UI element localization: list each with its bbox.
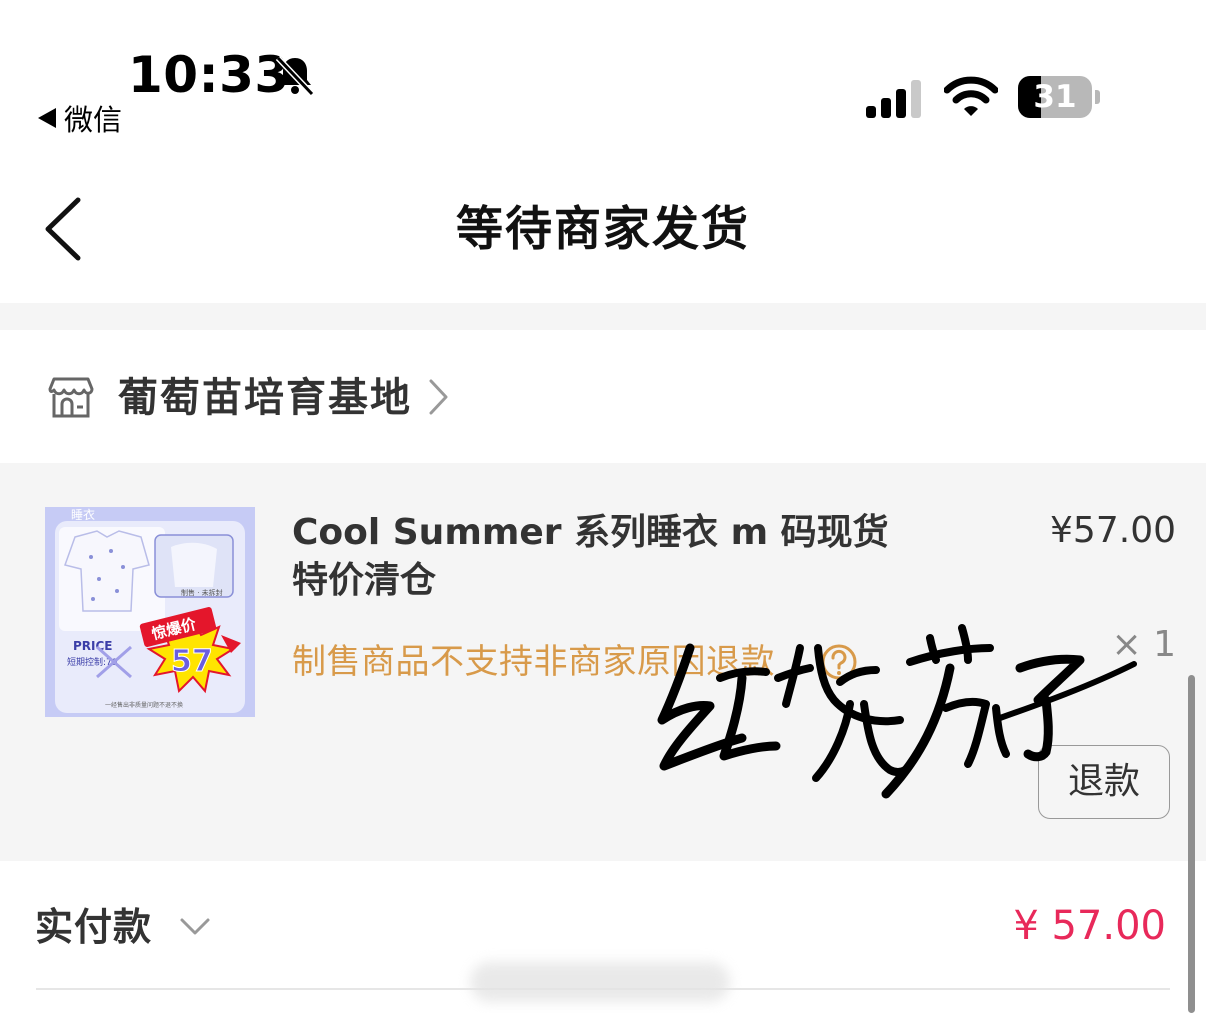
product-thumbnail-art: 睡衣 制售 · 未拆封 PRICE 短期控制:79 惊爆价 57 一经售出非质量…: [45, 507, 255, 717]
svg-text:制售 · 未拆封: 制售 · 未拆封: [181, 588, 223, 597]
chevron-down-icon[interactable]: [178, 914, 212, 940]
back-to-wechat[interactable]: 微信: [38, 100, 123, 137]
refund-button[interactable]: 退款: [1038, 745, 1170, 819]
product-price: ¥57.00: [1050, 510, 1176, 551]
thumb-tag: 睡衣: [71, 507, 95, 522]
chevron-right-icon: [429, 379, 448, 415]
thumb-badge-value: 57: [171, 644, 213, 679]
back-triangle-icon: [38, 108, 56, 128]
store-icon: [48, 377, 94, 418]
product-card[interactable]: 睡衣 制售 · 未拆封 PRICE 短期控制:79 惊爆价 57 一经售出非质量…: [0, 463, 1206, 861]
status-time: 10:33: [128, 46, 290, 104]
section-divider: [0, 303, 1206, 330]
product-title[interactable]: Cool Summer 系列睡衣 m 码现货特价清仓: [292, 509, 902, 605]
battery-level: 31: [1033, 79, 1077, 115]
store-row[interactable]: 葡萄苗培育基地: [0, 330, 1206, 463]
product-quantity: × 1: [1111, 624, 1176, 665]
blurred-area: [470, 962, 730, 1002]
paid-amount-value: ¥ 57.00: [1013, 903, 1166, 949]
refund-policy-note: 制售商品不支持非商家原因退款: [292, 642, 775, 682]
back-app-label: 微信: [64, 103, 123, 137]
help-circle-icon[interactable]: [820, 643, 858, 681]
battery-icon: 31: [1018, 76, 1102, 118]
signal-icon: [866, 80, 921, 118]
page-title: 等待商家发货: [456, 202, 750, 257]
product-thumbnail[interactable]: 睡衣 制售 · 未拆封 PRICE 短期控制:79 惊爆价 57 一经售出非质量…: [45, 507, 255, 717]
bell-muted-icon: [275, 55, 315, 97]
paid-amount-label: 实付款: [35, 905, 153, 949]
store-name: 葡萄苗培育基地: [118, 375, 412, 421]
scrollbar[interactable]: [1188, 675, 1195, 1013]
wifi-icon: [944, 76, 998, 116]
svg-text:一经售出非质量问题不退不换: 一经售出非质量问题不退不换: [105, 701, 183, 709]
thumb-price-word: PRICE: [73, 639, 113, 653]
